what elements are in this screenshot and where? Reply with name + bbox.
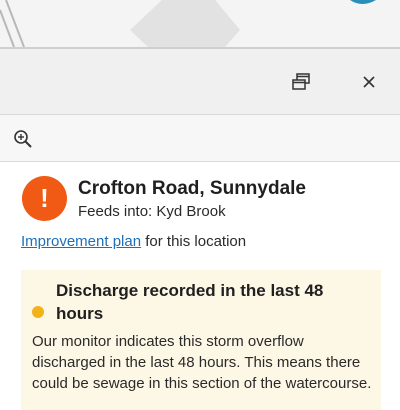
panel-toolbar — [0, 115, 400, 161]
improvement-plan-link[interactable]: Improvement plan — [21, 233, 141, 250]
window-restore-icon — [292, 73, 310, 90]
improvement-plan-line: Improvement plan for this location — [21, 233, 246, 250]
zoom-in-icon — [14, 130, 32, 148]
map-features — [0, 0, 376, 47]
alert-title: Discharge recorded in the last 48 hours — [56, 281, 324, 323]
alert-body: Our monitor indicates this storm overflo… — [32, 333, 372, 392]
close-button[interactable] — [356, 70, 382, 94]
zoom-to-button[interactable] — [12, 128, 34, 150]
toolbar-divider — [0, 161, 400, 162]
warning-symbol: ! — [40, 183, 49, 213]
feeds-into-text: Feeds into: Kyd Brook — [78, 203, 226, 220]
warning-icon: ! — [22, 176, 67, 221]
status-dot-icon — [32, 306, 44, 318]
close-icon — [363, 76, 375, 88]
map-view[interactable] — [0, 0, 400, 47]
expand-button[interactable] — [288, 70, 314, 94]
panel-header — [0, 49, 400, 114]
location-title: Crofton Road, Sunnydale — [78, 178, 306, 199]
improvement-plan-suffix: for this location — [141, 233, 247, 250]
